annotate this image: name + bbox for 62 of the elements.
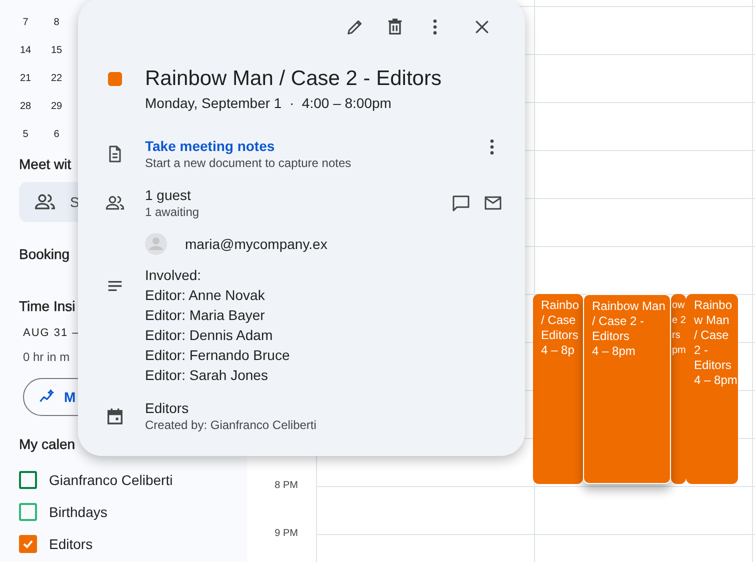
calendar-day[interactable]: 15: [41, 36, 72, 64]
checkbox[interactable]: [19, 471, 37, 489]
date-range: AUG 31 –: [23, 326, 80, 341]
event-text: Rainbo: [694, 298, 732, 313]
section-heading: Time Insi: [19, 297, 76, 316]
time-label: 9 PM: [274, 528, 298, 539]
event-color-swatch: [108, 72, 122, 86]
event-text: Editors: [694, 358, 732, 373]
description-line: Editor: Fernando Bruce: [145, 346, 290, 365]
event-text: e 2: [672, 314, 686, 328]
event-text: rs: [672, 329, 680, 343]
meeting-hours: 0 hr in m: [23, 349, 70, 365]
guest-count: 1 guest: [145, 186, 191, 204]
event-text: / Case 2 -: [592, 314, 644, 329]
calendar-day[interactable]: 22: [41, 64, 72, 92]
section-heading: My calen: [19, 435, 76, 454]
calendar-day[interactable]: 7: [10, 8, 41, 36]
event-text: Editors: [592, 329, 630, 344]
event-text: Editors: [541, 328, 578, 343]
description-line: Editor: Maria Bayer: [145, 306, 265, 325]
checkbox[interactable]: [19, 503, 37, 521]
check-icon: [22, 538, 34, 550]
avatar-icon: [145, 233, 167, 255]
event-text: w Man: [694, 313, 730, 328]
event-text: ow: [672, 299, 685, 313]
event-text: pm: [672, 344, 686, 358]
checkbox[interactable]: [19, 535, 37, 553]
calendar-day[interactable]: 8: [41, 8, 72, 36]
calendar-day[interactable]: 5: [10, 120, 41, 148]
description-line: Editor: Dennis Adam: [145, 326, 273, 345]
guest-status: 1 awaiting: [145, 204, 200, 220]
event-text: 4 – 8pm: [592, 344, 636, 359]
event-text: 2 -: [694, 343, 708, 358]
calendar-day[interactable]: 6: [41, 120, 72, 148]
notes-hint: Start a new document to capture notes: [145, 155, 352, 171]
event-text: / Case: [541, 313, 576, 328]
creator: Created by: Gianfranco Celiberti: [145, 417, 316, 433]
event-title: Rainbow Man / Case 2 - Editors: [145, 66, 442, 92]
take-notes-link[interactable]: Take meeting notes: [145, 137, 275, 155]
event-text: Rainbow Man: [592, 299, 666, 314]
calendar-day[interactable]: 29: [41, 92, 72, 120]
description-line: Involved:: [145, 266, 202, 285]
calendar-day[interactable]: 28: [10, 92, 41, 120]
chat-icon[interactable]: [451, 193, 471, 213]
section-heading: Meet wit: [19, 155, 72, 174]
calendar-name: Editors: [145, 399, 189, 417]
description-line: Editor: Anne Novak: [145, 286, 265, 305]
event-text: 4 – 8p: [541, 343, 574, 358]
event-text: / Case: [694, 328, 729, 343]
calendar-day[interactable]: 14: [10, 36, 41, 64]
calendar-name: Birthdays: [49, 504, 108, 520]
guest-email: maria@mycompany.ex: [185, 235, 328, 253]
calendar-day[interactable]: 21: [10, 64, 41, 92]
calendar-name: Gianfranco Celiberti: [49, 472, 173, 488]
event-text: 4 – 8pm: [694, 373, 738, 388]
event-text: Rainbo: [541, 298, 580, 313]
section-heading: Booking: [19, 245, 70, 264]
calendar-name: Editors: [49, 536, 93, 552]
calendar-icon: [105, 406, 125, 426]
time-label: 8 PM: [274, 480, 298, 491]
description-line: Editor: Sarah Jones: [145, 366, 268, 385]
event-time: Monday, September 1 · 4:00 – 8:00pm: [145, 94, 392, 113]
